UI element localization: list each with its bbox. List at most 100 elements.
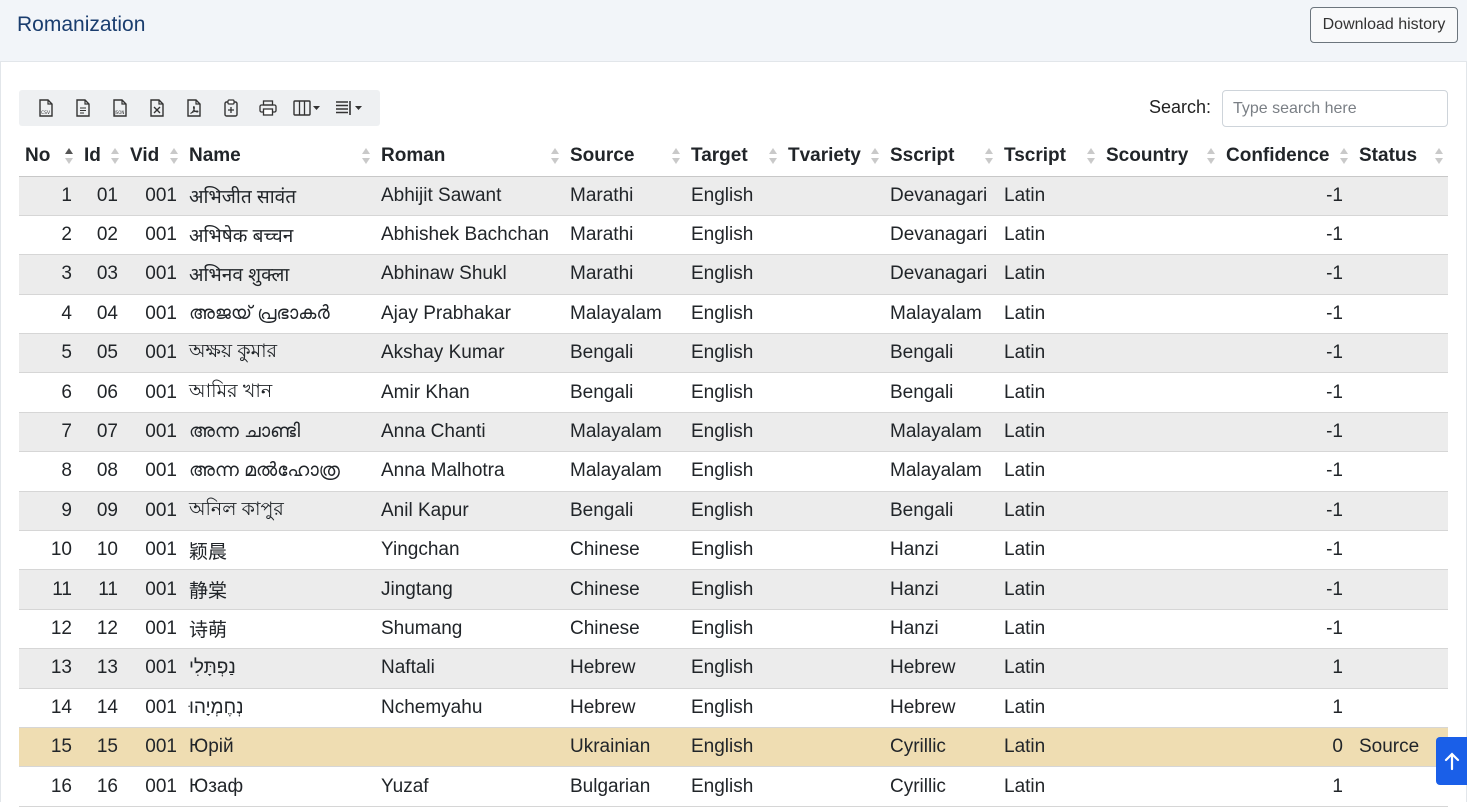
table-row[interactable]: 13 13 001 נַפְתָּלִי Naftali Hebrew English Heb… (19, 648, 1448, 689)
column-header-roman[interactable]: Roman (375, 136, 564, 177)
table-row[interactable]: 14 14 001 נְחֶמְיָהוּ Nchemyahu Hebrew English… (19, 688, 1448, 728)
cell-target: English (685, 254, 782, 295)
cell-sscript: Devanagari (884, 176, 998, 216)
cell-no: 4 (19, 294, 78, 335)
column-visibility-button[interactable] (286, 90, 328, 126)
cell-id: 11 (78, 569, 124, 610)
json-file-icon: JSON (112, 99, 127, 117)
cell-tscript: Latin (998, 766, 1100, 807)
column-header-sscript[interactable]: Sscript (884, 136, 998, 177)
page-title: Romanization (17, 13, 146, 36)
cell-sscript: Hanzi (884, 530, 998, 571)
column-header-source[interactable]: Source (564, 136, 685, 177)
cell-id: 09 (78, 491, 124, 532)
text-file-icon (75, 99, 90, 117)
cell-target: English (685, 294, 782, 335)
cell-source: Ukrainian (564, 727, 685, 768)
printer-icon (258, 100, 277, 116)
table-row[interactable]: 2 02 001 अभिषेक बच्चन Abhishek Bachchan Marat… (19, 215, 1448, 256)
table-row[interactable]: 10 10 001 颖晨 Yingchan Chinese English Hanzi Lati… (19, 530, 1448, 571)
cell-sscript: Cyrillic (884, 766, 998, 807)
cell-source: Hebrew (564, 648, 685, 689)
cell-tscript: Latin (998, 412, 1100, 453)
table-row[interactable]: 12 12 001 诗萌 Shumang Chinese English Hanzi Latin… (19, 609, 1448, 650)
column-header-name[interactable]: Name (183, 136, 375, 177)
cell-scountry (1100, 727, 1220, 768)
page-length-button[interactable] (328, 90, 370, 126)
columns-icon (293, 100, 320, 116)
cell-id: 04 (78, 294, 124, 335)
cell-tvariety (782, 372, 884, 413)
excel-export-button[interactable] (138, 90, 175, 126)
column-header-tvariety[interactable]: Tvariety (782, 136, 884, 177)
cell-vid: 001 (124, 766, 183, 807)
cell-target: English (685, 215, 782, 256)
cell-tvariety (782, 648, 884, 689)
pdf-export-button[interactable] (175, 90, 212, 126)
cell-id: 02 (78, 215, 124, 256)
table-row[interactable]: 15 15 001 Юрій Ukrainian English Cyrillic Latin… (19, 727, 1448, 768)
sort-icon (871, 148, 879, 164)
cell-confidence: 1 (1220, 648, 1353, 689)
cell-scountry (1100, 569, 1220, 610)
table-row[interactable]: 4 04 001 അജയ് പ്രഭാകർ Ajay Prabhakar Malayala… (19, 294, 1448, 335)
print-button[interactable] (249, 90, 286, 126)
cell-tscript: Latin (998, 372, 1100, 413)
cell-target: English (685, 648, 782, 689)
column-header-status[interactable]: Status (1353, 136, 1448, 177)
cell-tscript: Latin (998, 215, 1100, 256)
cell-source: Marathi (564, 215, 685, 256)
search-label: Search: (1149, 97, 1212, 117)
text-export-button[interactable] (64, 90, 101, 126)
search-input[interactable] (1222, 90, 1448, 127)
cell-sscript: Devanagari (884, 254, 998, 295)
table-row[interactable]: 5 05 001 অক্ষয় কুমার Akshay Kumar Bengali Eng… (19, 333, 1448, 374)
cell-status (1353, 569, 1448, 610)
column-header-no[interactable]: No (19, 136, 78, 177)
cell-name: Юрій (183, 727, 375, 768)
csv-export-button[interactable]: CSV (27, 90, 64, 126)
json-export-button[interactable]: JSON (101, 90, 138, 126)
cell-vid: 001 (124, 648, 183, 689)
table-row[interactable]: 6 06 001 আমির খান Amir Khan Bengali English Ben… (19, 372, 1448, 413)
cell-status: Source (1353, 727, 1448, 768)
table-row[interactable]: 11 11 001 静棠 Jingtang Chinese English Hanzi Lati… (19, 569, 1448, 610)
table-row[interactable]: 1 01 001 अभिजीत सावंत Abhijit Sawant Marathi E… (19, 176, 1448, 216)
clipboard-copy-button[interactable] (212, 90, 249, 126)
cell-status (1353, 688, 1448, 728)
cell-target: English (685, 333, 782, 374)
cell-sscript: Bengali (884, 333, 998, 374)
column-header-scountry[interactable]: Scountry (1100, 136, 1220, 177)
table-row[interactable]: 3 03 001 अभिनव शुक्ला Abhinaw Shukl Marathi En… (19, 254, 1448, 295)
column-header-label: Scountry (1106, 144, 1189, 166)
column-header-target[interactable]: Target (685, 136, 782, 177)
cell-sscript: Malayalam (884, 412, 998, 453)
download-history-button[interactable]: Download history (1310, 7, 1458, 43)
cell-vid: 001 (124, 530, 183, 571)
column-header-id[interactable]: Id (78, 136, 124, 177)
cell-status (1353, 648, 1448, 689)
scroll-to-top-button[interactable] (1436, 737, 1467, 785)
cell-no: 9 (19, 491, 78, 532)
cell-vid: 001 (124, 727, 183, 768)
cell-name: Юзаф (183, 766, 375, 807)
cell-id: 14 (78, 688, 124, 728)
column-header-vid[interactable]: Vid (124, 136, 183, 177)
column-header-confidence[interactable]: Confidence (1220, 136, 1353, 177)
cell-tvariety (782, 569, 884, 610)
cell-tvariety (782, 333, 884, 374)
column-header-tscript[interactable]: Tscript (998, 136, 1100, 177)
sort-icon (1435, 148, 1443, 164)
cell-name: 颖晨 (183, 530, 375, 571)
cell-confidence: 1 (1220, 766, 1353, 807)
svg-text:CSV: CSV (41, 110, 51, 116)
table-row[interactable]: 7 07 001 അന്ന ചാണ്ടി Anna Chanti Malayalam Eng… (19, 412, 1448, 453)
table-row[interactable]: 16 16 001 Юзаф Yuzaf Bulgarian English Cyrillic… (19, 766, 1448, 807)
cell-roman: Shumang (375, 609, 564, 650)
cell-tscript: Latin (998, 569, 1100, 610)
cell-vid: 001 (124, 176, 183, 216)
cell-scountry (1100, 530, 1220, 571)
table-row[interactable]: 8 08 001 അന്ന മൽഹോത്ര Anna Malhotra Malayalam… (19, 451, 1448, 492)
cell-tscript: Latin (998, 176, 1100, 216)
table-row[interactable]: 9 09 001 অনিল কাপুর Anil Kapur Bengali English… (19, 491, 1448, 532)
